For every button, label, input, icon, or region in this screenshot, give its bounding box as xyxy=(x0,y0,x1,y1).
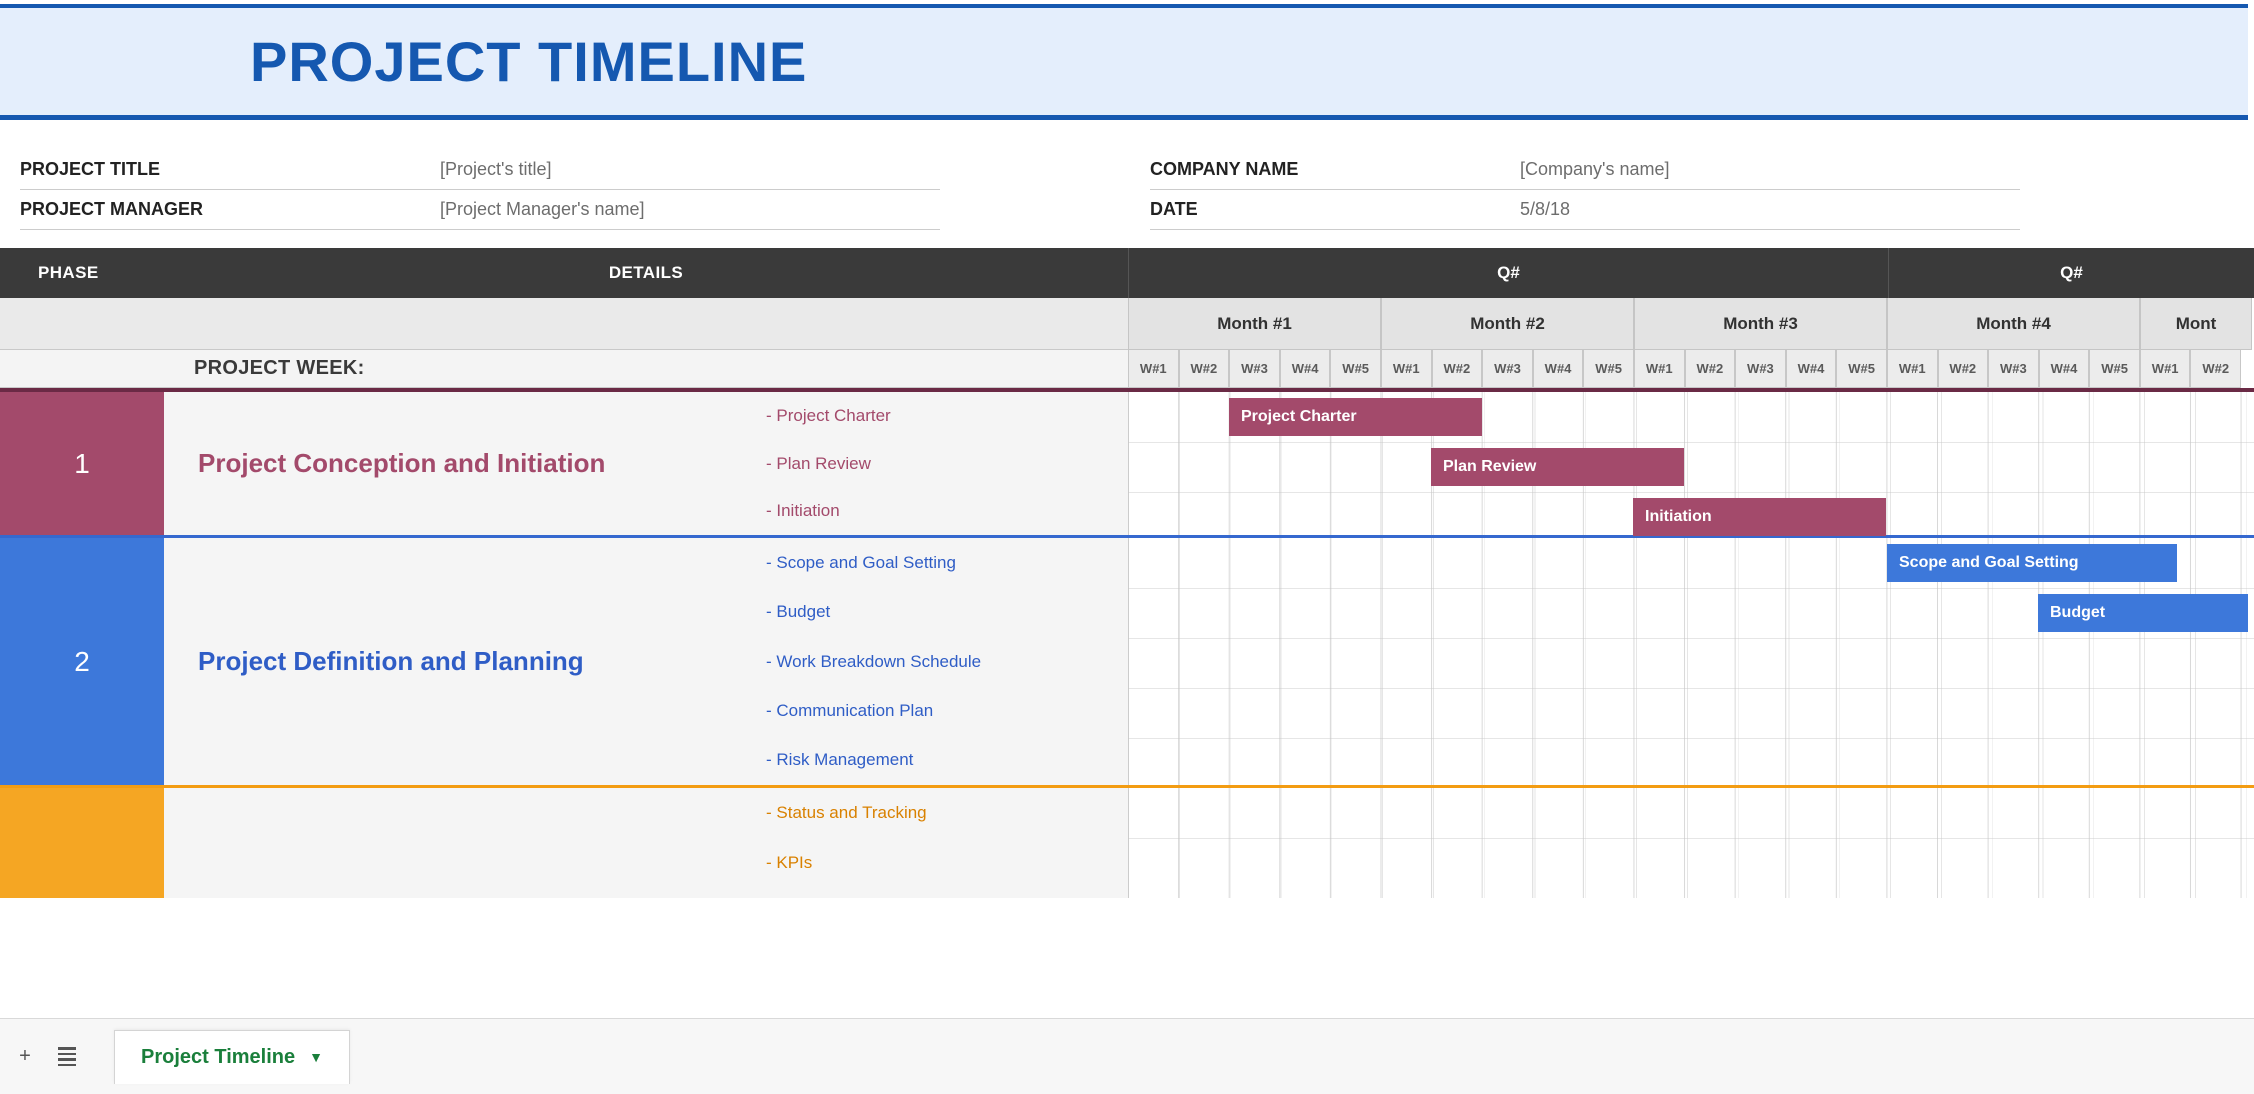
title-banner: PROJECT TIMELINE xyxy=(0,4,2248,120)
detail-item[interactable]: - Project Charter xyxy=(764,392,1128,440)
week-header: W#1 xyxy=(1381,350,1432,388)
phase-title[interactable]: Project Conception and Initiation xyxy=(164,392,764,535)
gantt-bar[interactable]: Initiation xyxy=(1633,498,1886,536)
all-sheets-button[interactable] xyxy=(54,1044,80,1070)
add-sheet-button[interactable]: + xyxy=(12,1044,38,1070)
col-details: DETAILS xyxy=(164,248,1128,298)
week-header: W#1 xyxy=(1128,350,1179,388)
field-company-name[interactable]: COMPANY NAME [Company's name] xyxy=(1150,150,2020,190)
gantt-area[interactable]: Project Charter Plan Review Initiation xyxy=(1128,392,2254,535)
phase-title[interactable] xyxy=(164,788,764,898)
week-header: W#2 xyxy=(2190,350,2241,388)
week-header: W#3 xyxy=(1229,350,1280,388)
value: [Company's name] xyxy=(1520,159,1670,180)
week-header: W#4 xyxy=(2039,350,2090,388)
week-header: W#2 xyxy=(1685,350,1736,388)
week-header: W#5 xyxy=(1330,350,1381,388)
week-header: W#2 xyxy=(1432,350,1483,388)
value: 5/8/18 xyxy=(1520,199,1570,220)
sheet-tab-project-timeline[interactable]: Project Timeline ▼ xyxy=(114,1030,350,1084)
phase-number: 1 xyxy=(0,392,164,535)
label: PROJECT MANAGER xyxy=(20,199,440,220)
label: COMPANY NAME xyxy=(1150,159,1520,180)
month-3: Month #3 xyxy=(1634,298,1887,350)
label: DATE xyxy=(1150,199,1520,220)
phase-row-1: 1 Project Conception and Initiation - Pr… xyxy=(0,388,2254,538)
month-5: Mont xyxy=(2140,298,2252,350)
week-header: W#3 xyxy=(1735,350,1786,388)
phase-details: - Scope and Goal Setting - Budget - Work… xyxy=(764,538,1128,785)
project-info: PROJECT TITLE [Project's title] COMPANY … xyxy=(0,120,2254,248)
field-project-manager[interactable]: PROJECT MANAGER [Project Manager's name] xyxy=(20,190,940,230)
week-header: W#4 xyxy=(1533,350,1584,388)
gantt-bar[interactable]: Plan Review xyxy=(1431,448,1684,486)
detail-item[interactable]: - Scope and Goal Setting xyxy=(764,538,1128,587)
col-phase: PHASE xyxy=(0,248,164,298)
detail-item[interactable]: - Plan Review xyxy=(764,440,1128,488)
week-header: W#4 xyxy=(1786,350,1837,388)
week-header: W#5 xyxy=(1583,350,1634,388)
month-4: Month #4 xyxy=(1887,298,2140,350)
phase-details: - Status and Tracking - KPIs xyxy=(764,788,1128,898)
detail-item[interactable]: - Work Breakdown Schedule xyxy=(764,637,1128,686)
week-header: W#1 xyxy=(1634,350,1685,388)
field-project-title[interactable]: PROJECT TITLE [Project's title] xyxy=(20,150,940,190)
phase-details: - Project Charter - Plan Review - Initia… xyxy=(764,392,1128,535)
week-header: W#3 xyxy=(1482,350,1533,388)
gantt-bar[interactable]: Budget xyxy=(2038,594,2248,632)
week-header: W#5 xyxy=(1836,350,1887,388)
timeline-grid: PHASE DETAILS Q# Q# Month #1 Month #2 Mo… xyxy=(0,248,2254,898)
label: PROJECT TITLE xyxy=(20,159,440,180)
menu-icon xyxy=(58,1047,76,1066)
week-header: W#1 xyxy=(1887,350,1938,388)
gantt-area[interactable] xyxy=(1128,788,2254,898)
gantt-bar[interactable]: Scope and Goal Setting xyxy=(1887,544,2177,582)
detail-item[interactable]: - KPIs xyxy=(764,838,1128,888)
caret-down-icon: ▼ xyxy=(309,1049,323,1065)
sheet-tab-label: Project Timeline xyxy=(141,1046,295,1069)
week-header: W#2 xyxy=(1179,350,1230,388)
week-header: W#3 xyxy=(1988,350,2039,388)
col-quarter-1: Q# xyxy=(1128,248,1888,298)
week-header: W#2 xyxy=(1938,350,1989,388)
col-quarter-2: Q# xyxy=(1888,248,2254,298)
value: [Project Manager's name] xyxy=(440,199,645,220)
detail-item[interactable]: - Status and Tracking xyxy=(764,788,1128,838)
detail-item[interactable]: - Initiation xyxy=(764,487,1128,535)
phase-number: 2 xyxy=(0,538,164,785)
month-1: Month #1 xyxy=(1128,298,1381,350)
week-header: W#1 xyxy=(2140,350,2191,388)
gantt-area[interactable]: Scope and Goal Setting Budget xyxy=(1128,538,2254,785)
week-header: W#4 xyxy=(1280,350,1331,388)
project-week-label: PROJECT WEEK: xyxy=(164,350,1128,388)
page-title: PROJECT TIMELINE xyxy=(250,29,807,94)
detail-item[interactable]: - Communication Plan xyxy=(764,686,1128,735)
phase-row-2: 2 Project Definition and Planning - Scop… xyxy=(0,538,2254,788)
detail-item[interactable]: - Risk Management xyxy=(764,736,1128,785)
detail-item[interactable]: - Budget xyxy=(764,587,1128,636)
month-2: Month #2 xyxy=(1381,298,1634,350)
phase-row-3: - Status and Tracking - KPIs xyxy=(0,788,2254,898)
gantt-bar[interactable]: Project Charter xyxy=(1229,398,1482,436)
sheet-tabbar: + Project Timeline ▼ xyxy=(0,1018,2254,1094)
phase-number xyxy=(0,788,164,898)
value: [Project's title] xyxy=(440,159,551,180)
field-date[interactable]: DATE 5/8/18 xyxy=(1150,190,2020,230)
phase-title[interactable]: Project Definition and Planning xyxy=(164,538,764,785)
week-header: W#5 xyxy=(2089,350,2140,388)
